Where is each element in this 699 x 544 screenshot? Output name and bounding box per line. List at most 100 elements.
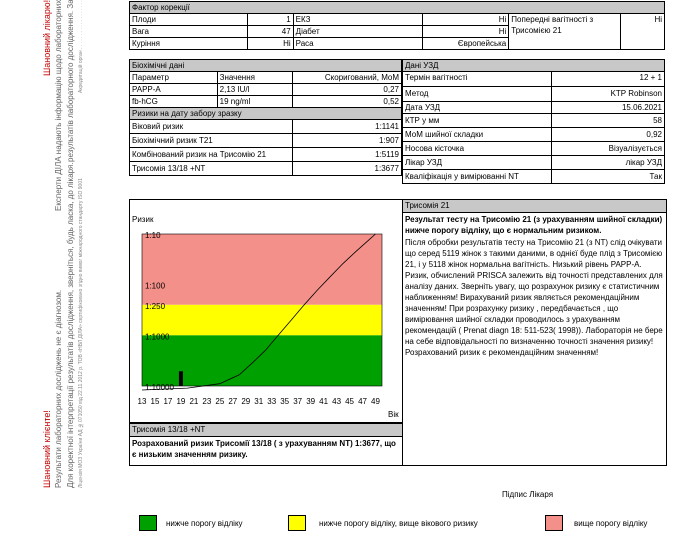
uzd-value: Так	[551, 169, 665, 184]
uzd-value: 58	[551, 113, 665, 128]
uzd-value: 12 + 1	[551, 71, 665, 87]
uzd-label: МоМ шийної складки	[401, 127, 553, 142]
corr-label2: Діабет	[292, 25, 424, 38]
corr-label: Вага	[129, 25, 248, 38]
side-notes-line3: Ліцензія МОЗ України АД №071050 від 22.1…	[78, 0, 84, 488]
zone-yellow	[142, 304, 382, 336]
legend-red-swatch	[545, 515, 563, 531]
t1318-text: Розрахований ризик Трисомії 13/18 ( з ур…	[132, 439, 396, 459]
biochem-mom: 0,52	[292, 95, 402, 108]
patient-marker	[178, 371, 183, 386]
x-tick-label: 43	[332, 397, 341, 406]
t21-bold-text: Результат тесту на Трисомію 21 (з урахув…	[405, 215, 663, 235]
corr-label: Плоди	[129, 13, 248, 26]
uzd-label: КТР у мм	[401, 113, 553, 128]
x-tick-label: 41	[319, 397, 328, 406]
risk-label: Віковий ризик	[128, 119, 294, 134]
biochem-value: 19 ng/ml	[216, 95, 294, 108]
risk-label: Трисомія 13/18 +NT	[128, 161, 294, 176]
risk-value: 1:3677	[292, 161, 402, 176]
risk-value: 1:907	[292, 133, 402, 148]
y-tick-label: 1:10000	[145, 383, 174, 392]
legend-yellow-label: нижче порогу відліку, вище вікового ризи…	[319, 519, 478, 528]
biochem-param: fb-hCG	[129, 95, 218, 108]
correction-header: Фактор корекції	[129, 1, 665, 14]
uzd-value: KTP Robinson	[551, 86, 665, 102]
doctor-title: Шановний лікарю!	[42, 0, 52, 77]
corr-value2: Ні	[422, 13, 510, 26]
y-tick-label: 1:10	[145, 231, 161, 240]
legend-green-swatch	[139, 515, 157, 531]
biochem-header: Біохімічні дані	[129, 59, 402, 72]
uzd-value: лікар УЗД	[551, 155, 665, 170]
risk-label: Комбінований ризик на Трисомію 21	[128, 147, 294, 162]
correction-table: Фактор корекції Плоди 1 ЕКЗ Ні Попередні…	[129, 1, 665, 50]
side-notes-line1: Результати лабораторних досліджень не є …	[54, 0, 63, 488]
x-tick-label: 17	[163, 397, 172, 406]
uzd-label: Лікар УЗД	[401, 155, 553, 170]
client-line2: Для коректної інтерпретації результатів …	[66, 162, 75, 488]
uzd-label: Метод	[401, 86, 553, 102]
uzd-label: Дата УЗД	[401, 101, 553, 114]
risk-label: Біохімічний ризик T21	[128, 133, 294, 148]
x-tick-label: 19	[176, 397, 185, 406]
y-tick-label: 1:250	[145, 302, 166, 311]
x-tick-label: 39	[306, 397, 315, 406]
legend-red-label: вище порогу відліку	[574, 519, 648, 528]
corr-label2: Раса	[292, 37, 424, 50]
client-line1: Результати лабораторних досліджень не є …	[54, 289, 63, 488]
x-tick-label: 27	[228, 397, 237, 406]
x-tick-label: 13	[138, 397, 147, 406]
x-tick-label: 23	[202, 397, 211, 406]
side-notes-line2: Для коректної інтерпретації результатів …	[66, 0, 75, 488]
col-param: Параметр	[129, 71, 218, 84]
corr-value2: Ні	[422, 25, 510, 38]
uzd-value: 15.06.2021	[551, 101, 665, 114]
risk-value: 1:5119	[292, 147, 402, 162]
risk-chart: Ризик 1:10 1:100 1:250 1:1000 1:10000 13 15 17 19…	[132, 215, 399, 419]
x-tick-label: 33	[267, 397, 276, 406]
biochem-param: PAPP-A	[129, 83, 218, 96]
x-tick-label: 29	[241, 397, 250, 406]
x-tick-label: 49	[371, 397, 380, 406]
biochem-mom: 0,27	[292, 83, 402, 96]
t21-header: Трисомія 21	[403, 200, 666, 213]
t1318-box: Трисомія 13/18 +NT Розрахований ризик Тр…	[129, 423, 403, 466]
doctor-signature: Підпис Лікаря	[502, 490, 554, 499]
risks-header: Ризики на дату забору зразку	[129, 107, 402, 120]
risk-value: 1:1141	[292, 119, 402, 134]
zone-red	[142, 234, 382, 305]
chart-title: Ризик	[132, 215, 154, 224]
legend-green-label: нижче порогу відліку	[166, 519, 243, 528]
uzd-value: 0,92	[551, 127, 665, 142]
y-tick-label: 1:1000	[145, 332, 170, 341]
side-notes-titles: Шановний клієнте! Шановний лікарю!	[42, 0, 52, 488]
prev-pregnancies-value: Ні	[620, 13, 665, 50]
doctor-line3: Акредитацій орган . . . . . . . . . . . …	[78, 0, 84, 93]
prev-pregnancies-label: Попередні вагітності з Трисомією 21	[508, 13, 622, 50]
biochem-table: Біохімічні дані Параметр Значення Скориг…	[128, 59, 402, 176]
uzd-label: Кваліфікація у вимірюванні NT	[401, 169, 553, 184]
t21-box: Трисомія 21 Результат тесту на Трисомію …	[402, 199, 667, 466]
x-tick-label: 37	[293, 397, 302, 406]
x-axis-label: Вік	[388, 410, 399, 419]
x-tick-label: 15	[151, 397, 160, 406]
t1318-header: Трисомія 13/18 +NT	[130, 424, 402, 437]
x-tick-label: 47	[358, 397, 367, 406]
client-title: Шановний клієнте!	[42, 410, 52, 488]
x-tick-label: 45	[345, 397, 354, 406]
doctor-line2: результатів лабораторного дослідження. З…	[66, 0, 75, 163]
y-tick-label: 1:100	[145, 282, 166, 291]
col-mom: Скоригований, MoM	[292, 71, 402, 84]
zone-green	[142, 335, 382, 386]
uzd-label: Носова кісточка	[401, 141, 553, 156]
corr-value: 1	[246, 13, 294, 26]
corr-value: 47	[246, 25, 294, 38]
legend-yellow-swatch	[288, 515, 306, 531]
biochem-value: 2,13 IU/l	[216, 83, 294, 96]
doctor-line1: Експерти ДІЛА надають інформацію щодо ла…	[54, 0, 63, 212]
uzd-label: Термін вагітності	[401, 71, 553, 87]
x-tick-label: 35	[280, 397, 289, 406]
client-line3: Ліцензія МОЗ України АД №071050 від 22.1…	[78, 178, 84, 488]
t21-text: Після обробки результатів тесту на Трисо…	[405, 238, 663, 357]
